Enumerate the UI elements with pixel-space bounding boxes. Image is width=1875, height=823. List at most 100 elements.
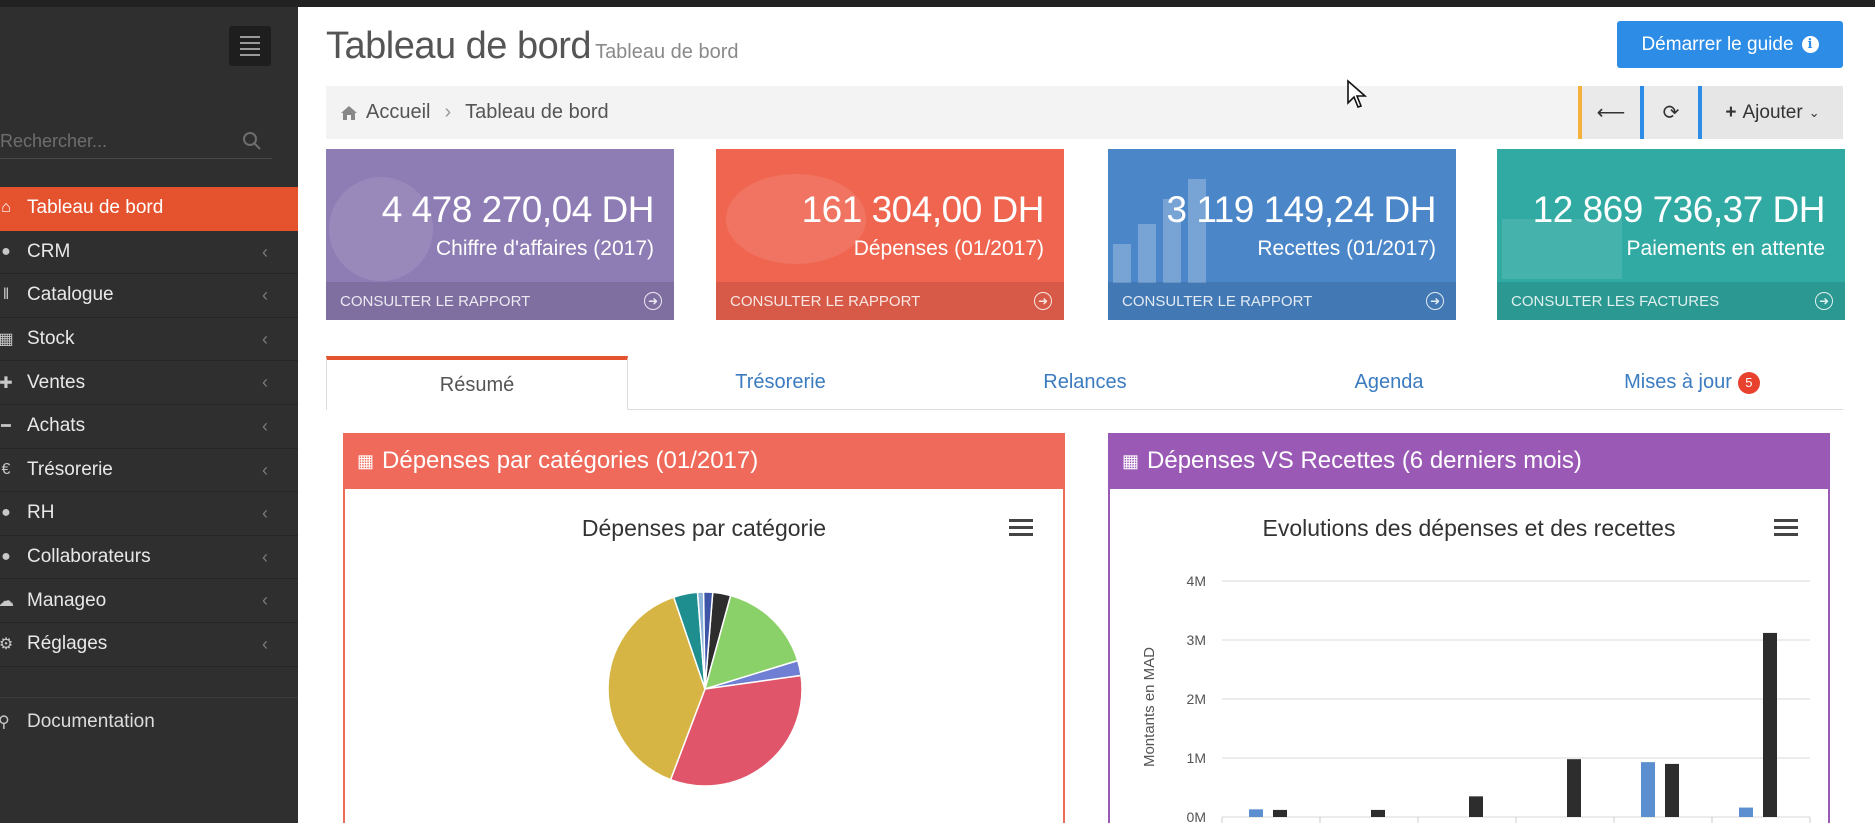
pie-chart (607, 591, 803, 787)
home-icon (341, 105, 357, 120)
stat-invoices-link[interactable]: CONSULTER LES FACTURES ➜ (1497, 282, 1845, 320)
stat-value: 161 304,00 DH (801, 189, 1045, 230)
sidebar-item-crm[interactable]: ● CRM ‹ (0, 231, 298, 275)
sidebar-item-label: Réglages (27, 633, 108, 655)
refresh-icon: ⟳ (1662, 102, 1680, 124)
sidebar-item-stock[interactable]: ▦ Stock ‹ (0, 318, 298, 362)
chevron-left-icon: ‹ (262, 459, 268, 480)
toolbar: ⟵ ⟳ + Ajouter ⌄ (1578, 86, 1843, 139)
bar[interactable] (1641, 762, 1655, 817)
bar[interactable] (1371, 809, 1385, 817)
tab-agenda[interactable]: Agenda (1237, 356, 1541, 409)
search-input[interactable] (0, 125, 230, 157)
tab-summary[interactable]: Résumé (326, 356, 628, 410)
stat-link-text: CONSULTER LE RAPPORT (340, 292, 531, 310)
sidebar-item-label: CRM (27, 240, 71, 262)
barcode-icon: ‖ (2, 286, 10, 304)
sidebar-item-rh[interactable]: ● RH ‹ (0, 492, 298, 536)
refresh-button[interactable]: ⟳ (1640, 86, 1698, 139)
tab-updates[interactable]: Mises à jour 5 (1541, 356, 1843, 409)
bar[interactable] (1249, 809, 1263, 817)
stat-label: Paiements en attente (1626, 237, 1825, 260)
chevron-left-icon: ‹ (262, 241, 268, 262)
stat-link-text: CONSULTER LE RAPPORT (1122, 292, 1313, 310)
panel-title: Dépenses par catégories (01/2017) (382, 447, 759, 474)
grid-icon: ▦ (0, 331, 14, 349)
search-icon[interactable] (242, 131, 262, 151)
page-subtitle: Tableau de bord (595, 41, 739, 63)
start-guide-button[interactable]: Démarrer le guide i (1617, 21, 1843, 68)
stat-report-link[interactable]: CONSULTER LE RAPPORT ➜ (716, 282, 1064, 320)
stat-value: 3 119 149,24 DH (1166, 189, 1436, 230)
stat-box-pending-payments: 12 869 736,37 DH Paiements en attente CO… (1497, 149, 1845, 320)
mouse-cursor-icon (1347, 79, 1368, 108)
sidebar-item-achats[interactable]: ━ Achats ‹ (0, 405, 298, 449)
stat-box-revenue: 4 478 270,04 DH Chiffre d'affaires (2017… (326, 149, 674, 320)
bar[interactable] (1763, 632, 1777, 817)
page-title: Tableau de bord Tableau de bord (326, 25, 739, 68)
sidebar-item-label: RH (27, 502, 55, 524)
euro-icon: € (1, 460, 11, 478)
sidebar-item-catalogue[interactable]: ‖ Catalogue ‹ (0, 274, 298, 318)
stat-report-link[interactable]: CONSULTER LE RAPPORT ➜ (1108, 282, 1456, 320)
sidebar-toggle-button[interactable] (229, 26, 271, 66)
add-label: Ajouter (1742, 101, 1803, 123)
calendar-icon: ▦ (357, 450, 375, 471)
tab-label: Résumé (439, 373, 515, 396)
panel-title: Dépenses VS Recettes (6 derniers mois) (1147, 447, 1582, 474)
y-tick-label: 1M (1187, 750, 1206, 766)
gear-icon: ⚙ (0, 636, 14, 654)
sidebar-item-label: Manageo (27, 589, 107, 611)
panel-body: Dépenses par catégorie (343, 489, 1065, 823)
stat-box-expenses: 161 304,00 DH Dépenses (01/2017) CONSULT… (716, 149, 1064, 320)
calendar-icon: ▦ (1122, 450, 1140, 471)
y-tick-label: 2M (1187, 691, 1206, 707)
arrow-circle-right-icon: ➜ (1426, 292, 1444, 310)
bar[interactable] (1273, 809, 1287, 817)
breadcrumb-current: Tableau de bord (465, 101, 609, 123)
home-icon: ⌂ (1, 199, 11, 217)
bar[interactable] (1739, 807, 1753, 817)
tab-reminders[interactable]: Relances (933, 356, 1237, 409)
plus-icon: + (1725, 101, 1737, 123)
sidebar: ⌂Tableau de bord●CRM‹‖Catalogue‹▦Stock‹✚… (0, 7, 298, 823)
stat-value: 4 478 270,04 DH (381, 189, 655, 230)
top-strip (0, 0, 1875, 7)
chevron-left-icon: ‹ (262, 415, 268, 436)
users-icon: ● (1, 504, 11, 522)
sidebar-item-tableau-de-bord[interactable]: ⌂ Tableau de bord (0, 187, 298, 231)
expenses-vs-receipts-panel: ▦ Dépenses VS Recettes (6 derniers mois)… (1108, 433, 1830, 823)
bar[interactable] (1665, 763, 1679, 817)
sidebar-item-label: Tableau de bord (27, 197, 164, 219)
tab-label: Agenda (1354, 371, 1424, 393)
add-dropdown-button[interactable]: + Ajouter ⌄ (1698, 86, 1843, 139)
chevron-left-icon: ‹ (262, 285, 268, 306)
sidebar-item-ventes[interactable]: ✚ Ventes ‹ (0, 361, 298, 405)
y-axis-label: Montants en MAD (1141, 647, 1158, 767)
chevron-right-icon: › (444, 101, 452, 123)
sidebar-item-label: Documentation (27, 710, 155, 732)
updates-badge: 5 (1737, 371, 1760, 394)
stat-label: Dépenses (01/2017) (853, 237, 1044, 260)
sidebar-item-manageo[interactable]: ☁ Manageo ‹ (0, 579, 298, 623)
sidebar-item-label: Ventes (27, 371, 86, 393)
bar[interactable] (1469, 796, 1483, 817)
sidebar-item-label: Collaborateurs (27, 546, 151, 568)
tab-treasury[interactable]: Trésorerie (628, 356, 933, 409)
breadcrumb-home-link[interactable]: Accueil (366, 101, 430, 124)
sidebar-item-r-glages[interactable]: ⚙ Réglages ‹ (0, 623, 298, 667)
expenses-by-category-panel: ▦ Dépenses par catégories (01/2017) Dépe… (343, 433, 1065, 823)
chart-menu-icon[interactable] (1009, 519, 1033, 536)
sidebar-item-label: Stock (27, 328, 75, 350)
cloud-icon: ☁ (0, 592, 14, 610)
sidebar-item-documentation[interactable]: ⚲ Documentation (0, 697, 298, 741)
sidebar-item-tr-sorerie[interactable]: € Trésorerie ‹ (0, 449, 298, 493)
bar[interactable] (1567, 759, 1581, 817)
search-icon: ⚲ (0, 713, 10, 731)
stat-report-link[interactable]: CONSULTER LE RAPPORT ➜ (326, 282, 674, 320)
sidebar-item-collaborateurs[interactable]: ● Collaborateurs ‹ (0, 536, 298, 580)
stat-label: Chiffre d'affaires (2017) (435, 237, 654, 260)
sidebar-item-label: Trésorerie (27, 458, 113, 480)
back-button[interactable]: ⟵ (1578, 86, 1640, 139)
y-tick-label: 3M (1187, 632, 1206, 648)
